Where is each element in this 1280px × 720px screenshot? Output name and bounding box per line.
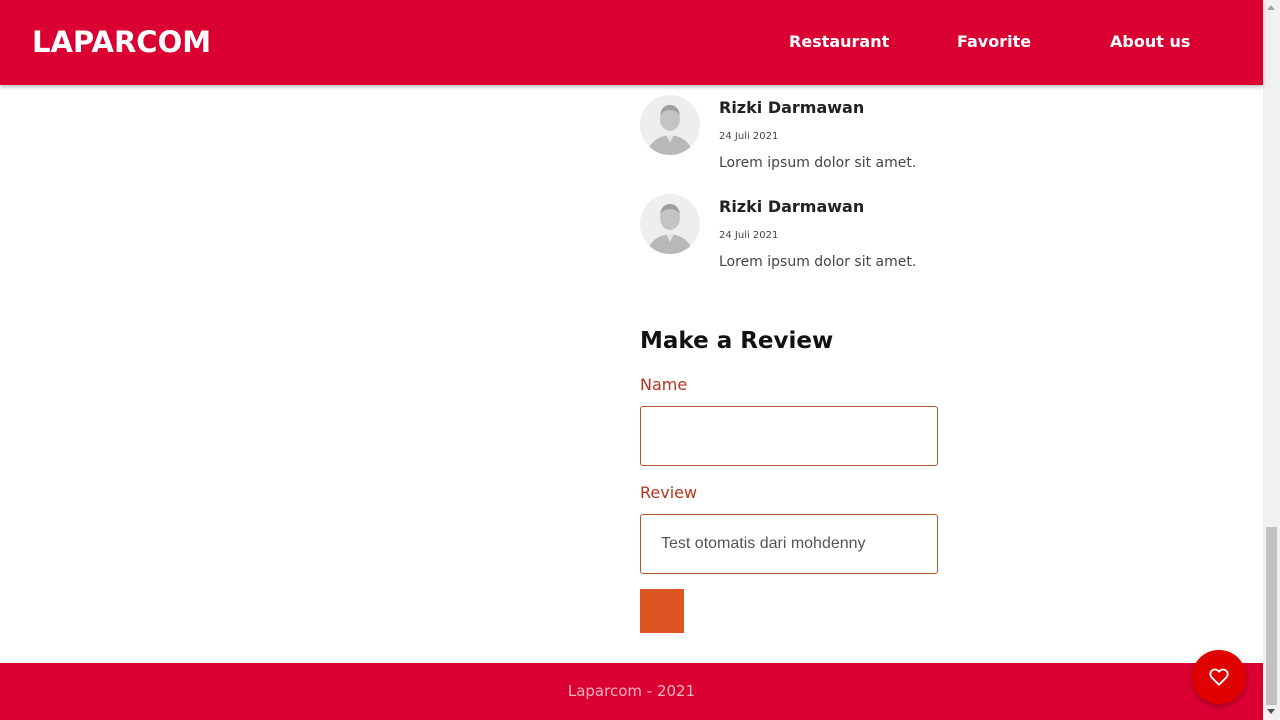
name-input[interactable] (640, 406, 938, 466)
review-form-title: Make a Review (640, 328, 834, 354)
reviewer-name: Rizki Darmawan (719, 98, 865, 117)
app-footer: Laparcom - 2021 (0, 663, 1263, 720)
footer-copyright: Laparcom - 2021 (567, 682, 696, 700)
user-avatar-icon (640, 95, 700, 155)
scrollbar-thumb[interactable] (1266, 527, 1277, 705)
scroll-up-icon[interactable] (1267, 5, 1275, 10)
submit-review-button[interactable] (640, 589, 684, 633)
review-date: 24 Juli 2021 (719, 230, 779, 241)
nav-about-us[interactable]: About us (1110, 31, 1190, 53)
heart-icon (1209, 667, 1229, 687)
review-item: Rizki Darmawan 24 Juli 2021 Lorem ipsum … (640, 194, 970, 274)
review-input[interactable] (640, 514, 938, 574)
app-header: LAPARCOM Restaurant Favorite About us (0, 0, 1263, 85)
review-text: Lorem ipsum dolor sit amet. (719, 155, 917, 171)
review-label: Review (640, 483, 698, 502)
vertical-scrollbar[interactable] (1263, 0, 1280, 720)
nav-restaurant[interactable]: Restaurant (789, 31, 889, 53)
brand-logo[interactable]: LAPARCOM (32, 24, 211, 60)
user-avatar-icon (640, 194, 700, 254)
favorite-fab-button[interactable] (1192, 650, 1246, 704)
name-label: Name (640, 375, 688, 394)
review-text: Lorem ipsum dolor sit amet. (719, 254, 917, 270)
nav-favorite[interactable]: Favorite (957, 31, 1031, 53)
scroll-down-icon[interactable] (1267, 709, 1275, 714)
reviewer-name: Rizki Darmawan (719, 197, 865, 216)
review-item: Rizki Darmawan 24 Juli 2021 Lorem ipsum … (640, 95, 970, 175)
review-date: 24 Juli 2021 (719, 131, 779, 142)
